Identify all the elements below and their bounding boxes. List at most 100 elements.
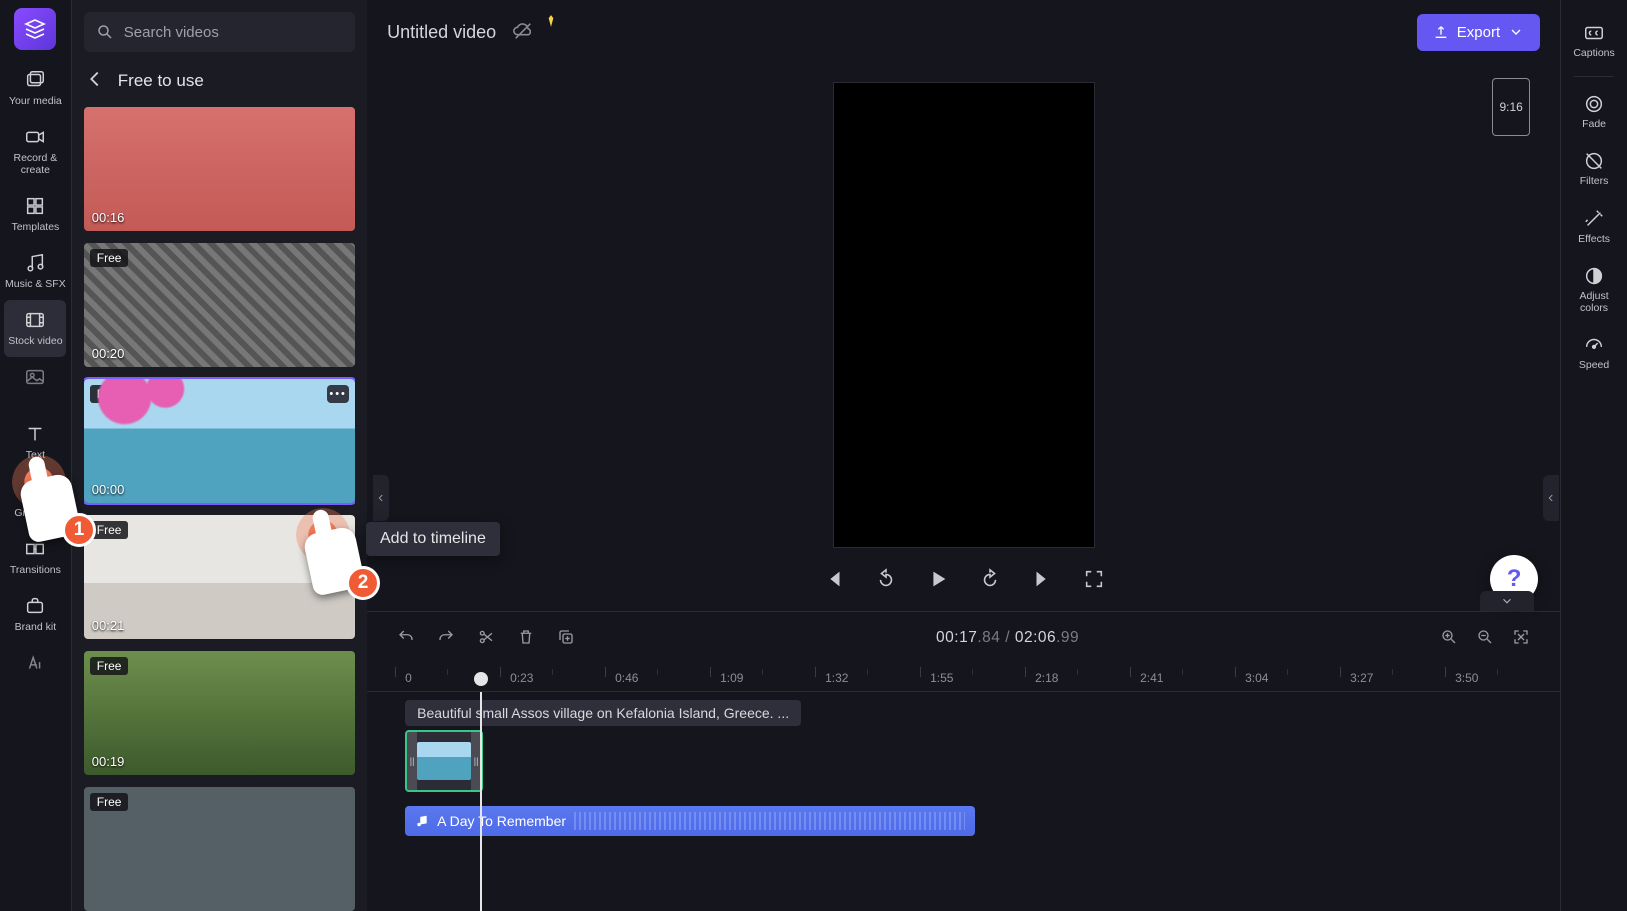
clip-tooltip: Beautiful small Assos village on Kefalon… <box>405 700 801 726</box>
shapes-icon <box>23 480 47 504</box>
stock-thumb[interactable]: Free 00:20 <box>84 243 355 367</box>
free-tag: Free <box>90 793 129 811</box>
forward-5-button[interactable] <box>979 568 1001 593</box>
thumb-duration: 00:20 <box>92 346 125 361</box>
nav-transitions[interactable]: Transitions <box>4 529 66 586</box>
nav-your-media[interactable]: Your media <box>4 60 66 117</box>
video-clip[interactable]: || || <box>405 730 483 792</box>
prop-filters[interactable]: Filters <box>1565 142 1623 196</box>
zoom-in-button[interactable] <box>1440 628 1458 649</box>
zoom-out-button[interactable] <box>1476 628 1494 649</box>
nav-record-create[interactable]: Record & create <box>4 117 66 186</box>
thumb-duration: 00:19 <box>92 754 125 769</box>
playhead[interactable] <box>480 692 482 911</box>
right-properties-bar: Captions Fade Filters Effects Adjust col… <box>1560 0 1627 911</box>
camera-icon <box>23 125 47 149</box>
redo-button[interactable] <box>437 628 455 649</box>
skip-next-button[interactable] <box>1031 568 1053 593</box>
search-input[interactable] <box>124 24 343 41</box>
prop-label: Fade <box>1582 119 1606 131</box>
contrast-icon <box>1583 265 1605 287</box>
timecode: 00:17.84 / 02:06.99 <box>597 629 1418 647</box>
collapse-properties-panel[interactable] <box>1543 475 1559 521</box>
music-icon <box>23 251 47 275</box>
nav-label: Your media <box>9 95 62 107</box>
nav-templates[interactable]: Templates <box>4 186 66 243</box>
clip-trim-left[interactable]: || <box>407 732 417 790</box>
collapse-media-panel[interactable] <box>373 475 389 521</box>
ruler-tick: 1:55 <box>930 671 1035 685</box>
export-button[interactable]: Export <box>1417 14 1540 51</box>
back-button[interactable] <box>84 68 106 93</box>
project-title[interactable]: Untitled video <box>387 22 496 43</box>
timeline-tracks[interactable]: Beautiful small Assos village on Kefalon… <box>367 692 1560 911</box>
skip-prev-button[interactable] <box>823 568 845 593</box>
search-bar[interactable] <box>84 12 355 52</box>
font-icon <box>23 651 47 675</box>
zoom-fit-button[interactable] <box>1512 628 1530 649</box>
image-icon <box>23 365 47 389</box>
nav-label: Transitions <box>10 564 61 576</box>
playback-controls <box>823 568 1105 593</box>
speed-icon <box>1583 334 1605 356</box>
chevron-down-icon <box>1508 24 1524 40</box>
text-icon <box>23 422 47 446</box>
music-note-icon <box>415 814 429 828</box>
thumb-duration: 00:21 <box>92 618 125 633</box>
timeline-ruler[interactable]: 0 0:23 0:46 1:09 1:32 1:55 2:18 2:41 3:0… <box>367 664 1560 692</box>
briefcase-icon <box>23 594 47 618</box>
split-button[interactable] <box>477 628 495 649</box>
fullscreen-button[interactable] <box>1083 568 1105 593</box>
film-icon <box>23 308 47 332</box>
prop-effects[interactable]: Effects <box>1565 200 1623 254</box>
prop-label: Speed <box>1579 360 1609 372</box>
prop-adjust-colors[interactable]: Adjust colors <box>1565 257 1623 322</box>
expand-properties-button[interactable] <box>1480 591 1534 611</box>
panel-header: Free to use <box>84 64 355 95</box>
undo-button[interactable] <box>397 628 415 649</box>
ruler-tick: 2:18 <box>1035 671 1140 685</box>
help-icon: ? <box>1507 565 1522 593</box>
preview-canvas[interactable] <box>833 82 1095 548</box>
nav-brand-kit[interactable]: Brand kit <box>4 586 66 643</box>
nav-stock-images[interactable]: . <box>4 357 66 414</box>
audio-clip[interactable]: A Day To Remember <box>405 806 975 836</box>
nav-more[interactable] <box>4 643 66 685</box>
duplicate-button[interactable] <box>557 628 575 649</box>
delete-button[interactable] <box>517 628 535 649</box>
nav-label: Templates <box>11 221 59 233</box>
prop-fade[interactable]: Fade <box>1565 85 1623 139</box>
play-button[interactable] <box>927 568 949 593</box>
stock-thumb[interactable]: Free 00:21 <box>84 515 355 639</box>
aspect-ratio-selector[interactable]: 9:16 <box>1492 78 1530 136</box>
ruler-tick: 3:27 <box>1350 671 1455 685</box>
stock-thumb[interactable]: 00:16 <box>84 107 355 231</box>
prop-speed[interactable]: Speed <box>1565 326 1623 380</box>
ruler-tick: 1:32 <box>825 671 930 685</box>
thumb-list[interactable]: 00:16 Free 00:20 Free ••• 00:00 Free 00:… <box>84 107 355 911</box>
nav-label: Brand kit <box>15 621 56 633</box>
ruler-tick: 2:41 <box>1140 671 1245 685</box>
topbar: Untitled video Export <box>367 0 1560 64</box>
stock-thumb-selected[interactable]: Free ••• 00:00 <box>84 379 355 503</box>
filters-icon <box>1583 150 1605 172</box>
sync-status-icon[interactable] <box>512 20 534 45</box>
stock-thumb[interactable]: Free 00:19 <box>84 651 355 775</box>
nav-label: Record & create <box>14 152 58 176</box>
free-tag: Free <box>90 521 129 539</box>
nav-graphics[interactable]: Graphics <box>4 472 66 529</box>
app-logo[interactable] <box>14 8 56 50</box>
prop-captions[interactable]: Captions <box>1565 14 1623 68</box>
left-iconbar: Your media Record & create Templates Mus… <box>0 0 72 911</box>
nav-text[interactable]: Text <box>4 414 66 471</box>
stock-thumb[interactable]: Free <box>84 787 355 911</box>
rewind-5-button[interactable] <box>875 568 897 593</box>
nav-music-sfx[interactable]: Music & SFX <box>4 243 66 300</box>
thumb-more-button[interactable]: ••• <box>327 385 349 403</box>
free-tag: Free <box>90 657 129 675</box>
cc-icon <box>1583 22 1605 44</box>
ruler-tick: 0:23 <box>510 671 615 685</box>
divider <box>1574 76 1614 77</box>
image-stack-icon <box>23 68 47 92</box>
nav-stock-video[interactable]: Stock video <box>4 300 66 357</box>
